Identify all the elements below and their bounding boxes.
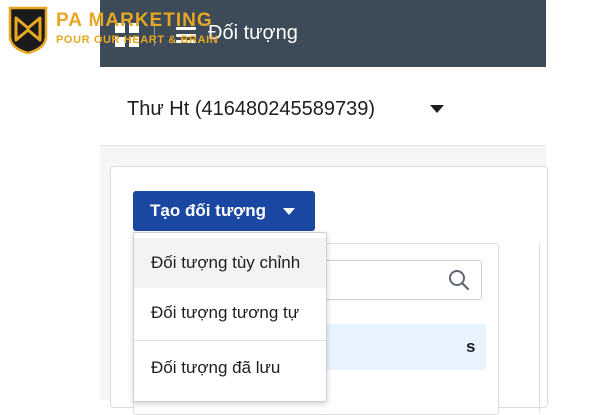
menu-item-custom-audience[interactable]: Đối tượng tùy chỉnh (134, 238, 326, 288)
pa-marketing-logo: PA MARKETING POUR OUR HEART & BRAIN (8, 6, 228, 56)
row-text-fragment: s (466, 337, 476, 356)
pa-marketing-shield-icon (8, 6, 48, 54)
page-margin-left (0, 0, 100, 400)
create-audience-label: Tạo đối tượng (150, 201, 266, 220)
logo-slogan-text: POUR OUR HEART & BRAIN (56, 34, 219, 46)
menu-item-label: Đối tượng đã lưu (151, 358, 281, 377)
create-audience-dropdown: Đối tượng tùy chỉnh Đối tượng tương tự Đ… (133, 232, 327, 402)
menu-divider (134, 340, 326, 341)
menu-item-saved-audience[interactable]: Đối tượng đã lưu (134, 343, 326, 393)
menu-item-label: Đối tượng tương tự (151, 303, 300, 322)
ad-account-label: Thư Ht (416480245589739) (127, 98, 376, 120)
search-icon[interactable] (447, 268, 471, 292)
menu-item-label: Đối tượng tùy chỉnh (151, 253, 301, 272)
chevron-down-icon[interactable] (430, 105, 444, 113)
ad-account-selector[interactable]: Thư Ht (416480245589739) (100, 67, 546, 146)
chevron-down-icon (283, 208, 295, 215)
create-audience-button[interactable]: Tạo đối tượng (133, 191, 315, 231)
logo-brand-text: PA MARKETING (56, 10, 213, 31)
page-margin-right (546, 0, 600, 400)
side-panel-edge (539, 243, 548, 413)
menu-item-lookalike-audience[interactable]: Đối tượng tương tự (134, 288, 326, 338)
